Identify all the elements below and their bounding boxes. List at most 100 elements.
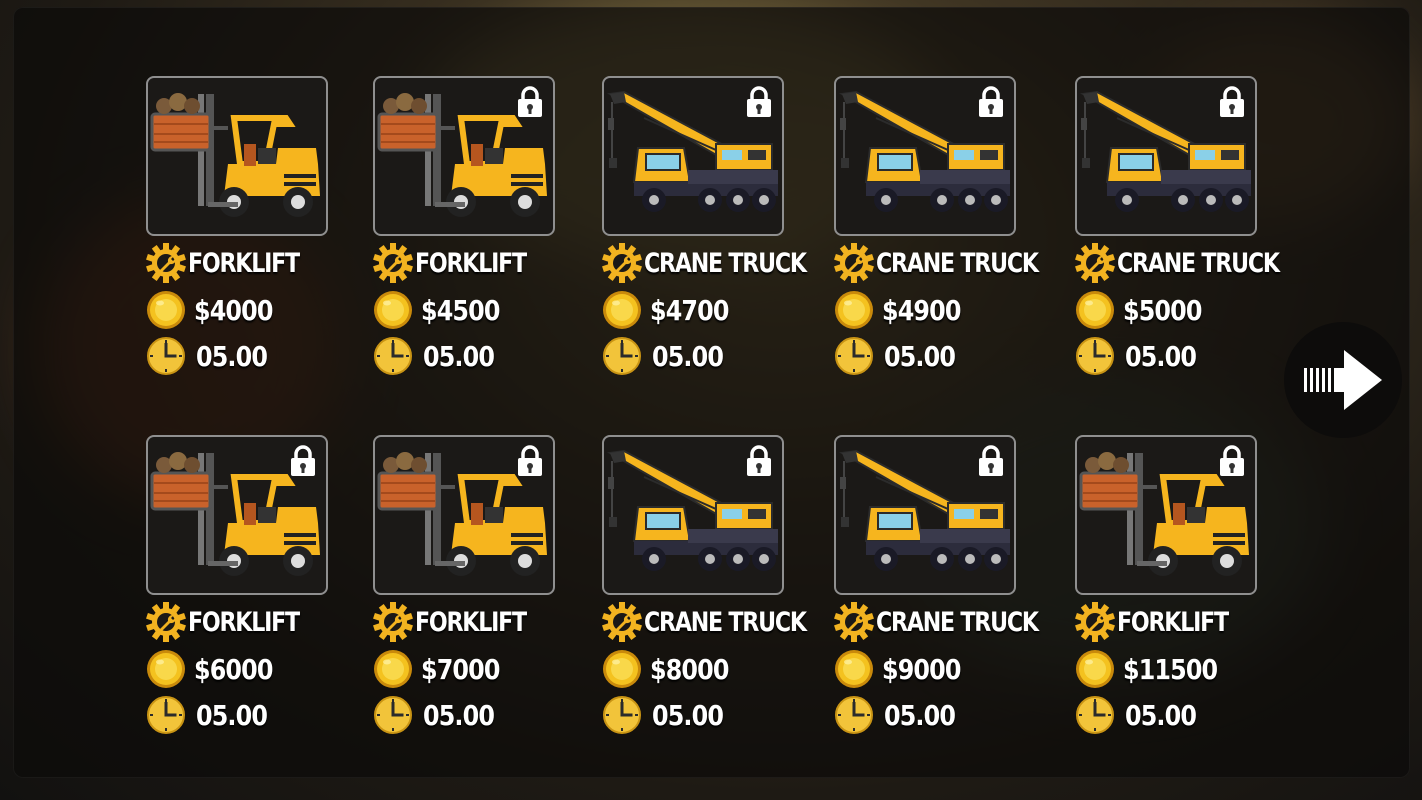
lock-icon — [979, 86, 1003, 117]
lock-icon — [1220, 445, 1244, 476]
vehicle-card[interactable]: CRANE TRUCK $4900 05.00 — [834, 76, 1039, 386]
vehicle-time-row: 05.00 — [602, 695, 736, 735]
coin-icon — [835, 291, 873, 329]
vehicle-price-row: $8000 — [602, 649, 742, 689]
vehicle-thumbnail[interactable] — [1075, 435, 1257, 595]
vehicle-price: $4000 — [194, 293, 273, 327]
lock-icon — [1220, 86, 1244, 117]
forklift-image — [150, 93, 320, 217]
vehicle-time: 05.00 — [884, 698, 956, 732]
clock-icon — [1076, 696, 1114, 734]
coin-icon — [835, 650, 873, 688]
vehicle-thumbnail[interactable] — [146, 76, 328, 236]
clock-icon — [374, 337, 412, 375]
vehicle-name-row: CRANE TRUCK — [602, 243, 841, 283]
vehicle-thumbnail[interactable] — [1075, 76, 1257, 236]
lock-icon — [979, 445, 1003, 476]
vehicle-time-row: 05.00 — [1075, 336, 1209, 376]
lock-icon — [747, 445, 771, 476]
vehicle-time: 05.00 — [196, 698, 268, 732]
vehicle-time: 05.00 — [884, 339, 956, 373]
lock-icon — [518, 445, 542, 476]
clock-icon — [147, 696, 185, 734]
vehicle-name-row: CRANE TRUCK — [834, 602, 1073, 642]
coin-icon — [374, 650, 412, 688]
gear-wrench-icon — [834, 243, 874, 283]
vehicle-time-row: 05.00 — [373, 336, 507, 376]
vehicle-time-row: 05.00 — [602, 336, 736, 376]
gear-wrench-icon — [1075, 602, 1115, 642]
vehicle-thumbnail[interactable] — [602, 76, 784, 236]
vehicle-card[interactable]: CRANE TRUCK $5000 05.00 — [1075, 76, 1280, 386]
next-page-button[interactable] — [1284, 322, 1402, 438]
vehicle-time: 05.00 — [196, 339, 268, 373]
vehicle-thumbnail[interactable] — [146, 435, 328, 595]
vehicle-name: FORKLIFT — [1117, 606, 1229, 638]
vehicle-time: 05.00 — [423, 339, 495, 373]
vehicle-price: $7000 — [421, 652, 500, 686]
coin-icon — [603, 291, 641, 329]
vehicle-time-row: 05.00 — [834, 695, 968, 735]
vehicle-name: CRANE TRUCK — [1117, 247, 1280, 279]
vehicle-name-row: CRANE TRUCK — [1075, 243, 1314, 283]
vehicle-price: $4700 — [650, 293, 729, 327]
gear-wrench-icon — [834, 602, 874, 642]
vehicle-card[interactable]: FORKLIFT $11500 05.00 — [1075, 435, 1275, 745]
vehicle-price: $9000 — [882, 652, 961, 686]
clock-icon — [147, 337, 185, 375]
vehicle-time-row: 05.00 — [1075, 695, 1209, 735]
lock-icon — [747, 86, 771, 117]
gear-wrench-icon — [602, 243, 642, 283]
clock-icon — [374, 696, 412, 734]
vehicle-thumbnail[interactable] — [834, 435, 1016, 595]
vehicle-name: CRANE TRUCK — [876, 247, 1039, 279]
coin-icon — [147, 650, 185, 688]
vehicle-thumbnail[interactable] — [834, 76, 1016, 236]
vehicle-card[interactable]: CRANE TRUCK $9000 05.00 — [834, 435, 1039, 745]
vehicle-thumbnail[interactable] — [602, 435, 784, 595]
vehicle-thumbnail[interactable] — [373, 76, 555, 236]
vehicle-name: FORKLIFT — [415, 606, 527, 638]
vehicle-name-row: FORKLIFT — [146, 602, 323, 642]
vehicle-name: FORKLIFT — [188, 247, 300, 279]
vehicle-price-row: $5000 — [1075, 290, 1215, 330]
vehicle-card[interactable]: FORKLIFT $4000 05.00 — [146, 76, 346, 386]
vehicle-price-row: $11500 — [1075, 649, 1234, 689]
vehicle-price: $11500 — [1123, 652, 1218, 686]
vehicle-time: 05.00 — [423, 698, 495, 732]
lock-icon — [291, 445, 315, 476]
vehicle-name-row: FORKLIFT — [146, 243, 323, 283]
vehicle-name: CRANE TRUCK — [644, 606, 807, 638]
vehicle-price: $4500 — [421, 293, 500, 327]
vehicle-name-row: CRANE TRUCK — [834, 243, 1073, 283]
gear-wrench-icon — [146, 243, 186, 283]
lock-icon — [518, 86, 542, 117]
gear-wrench-icon — [146, 602, 186, 642]
vehicle-time-row: 05.00 — [373, 695, 507, 735]
vehicle-card[interactable]: FORKLIFT $4500 05.00 — [373, 76, 573, 386]
arrow-right-icon — [1304, 350, 1382, 410]
vehicle-name: FORKLIFT — [415, 247, 527, 279]
vehicle-price-row: $4700 — [602, 290, 742, 330]
vehicle-name: CRANE TRUCK — [876, 606, 1039, 638]
vehicle-price-row: $4900 — [834, 290, 974, 330]
vehicle-price-row: $6000 — [146, 649, 286, 689]
vehicle-thumbnail[interactable] — [373, 435, 555, 595]
gear-wrench-icon — [602, 602, 642, 642]
vehicle-price-row: $7000 — [373, 649, 513, 689]
clock-icon — [835, 696, 873, 734]
coin-icon — [603, 650, 641, 688]
clock-icon — [603, 337, 641, 375]
coin-icon — [1076, 650, 1114, 688]
vehicle-name: FORKLIFT — [188, 606, 300, 638]
gear-wrench-icon — [1075, 243, 1115, 283]
gear-wrench-icon — [373, 243, 413, 283]
vehicle-time: 05.00 — [1125, 698, 1197, 732]
vehicle-time-row: 05.00 — [146, 336, 280, 376]
vehicle-card[interactable]: CRANE TRUCK $8000 05.00 — [602, 435, 807, 745]
vehicle-price: $5000 — [1123, 293, 1202, 327]
vehicle-name-row: FORKLIFT — [373, 602, 550, 642]
vehicle-card[interactable]: FORKLIFT $7000 05.00 — [373, 435, 573, 745]
vehicle-card[interactable]: FORKLIFT $6000 05.00 — [146, 435, 346, 745]
vehicle-card[interactable]: CRANE TRUCK $4700 05.00 — [602, 76, 807, 386]
